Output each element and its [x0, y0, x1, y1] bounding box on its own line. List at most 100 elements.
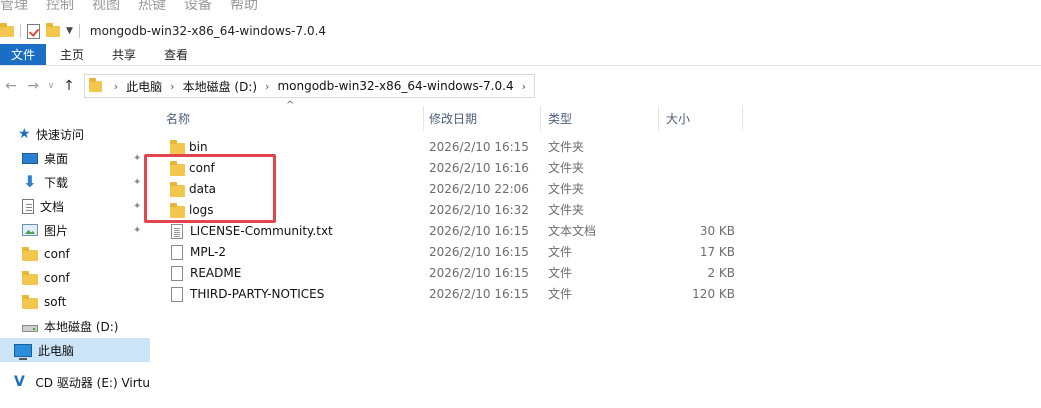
- sidebar-item-label: CD 驱动器 (E:) Virtu: [35, 375, 150, 390]
- file-date: 2026/2/10 16:15: [429, 140, 529, 154]
- menu-help[interactable]: 帮助: [230, 0, 258, 14]
- file-size: [658, 158, 735, 179]
- sidebar-item-label: conf: [44, 247, 70, 261]
- new-folder-icon[interactable]: [46, 22, 60, 37]
- menu-view[interactable]: 视图: [92, 0, 120, 14]
- star-icon: ★: [18, 126, 31, 142]
- column-header-label: 大小: [666, 112, 691, 126]
- column-header-size[interactable]: 大小: [658, 106, 743, 131]
- sidebar-item-soft[interactable]: soft: [0, 290, 150, 314]
- sidebar-item-this-pc[interactable]: 此电脑: [0, 338, 150, 362]
- sidebar-item-pictures[interactable]: 图片 ✦: [0, 218, 150, 242]
- navigation-pane: ★ 快速访问 桌面 ✦ ⬇ 下载 ✦ 文档 ✦ 图片 ✦ conf conf s…: [0, 122, 150, 408]
- sidebar-item-local-disk-d[interactable]: 本地磁盘 (D:): [0, 314, 150, 338]
- tab-home[interactable]: 主页: [46, 44, 98, 65]
- sidebar-item-cd-drive[interactable]: V CD 驱动器 (E:) Virtu: [0, 370, 150, 394]
- file-date: 2026/2/10 16:15: [429, 266, 529, 280]
- column-header-label: 类型: [548, 112, 573, 126]
- file-row-mpl2[interactable]: MPL-2 2026/2/10 16:15 文件 17 KB: [158, 242, 758, 263]
- file-icon: [171, 266, 183, 281]
- sidebar-item-label: 文档: [40, 199, 65, 214]
- file-size: 17 KB: [699, 245, 735, 259]
- menu-hotkey[interactable]: 热键: [138, 0, 166, 14]
- recent-locations-chevron-icon[interactable]: ∨: [44, 81, 58, 91]
- menu-manage[interactable]: 管理: [0, 0, 28, 14]
- sidebar-item-label: soft: [44, 295, 67, 309]
- text-file-icon: [171, 224, 183, 239]
- tab-view[interactable]: 查看: [150, 44, 202, 65]
- download-icon: ⬇: [23, 172, 37, 191]
- sidebar-item-quick-access[interactable]: ★ 快速访问: [0, 122, 150, 146]
- file-row-license[interactable]: LICENSE-Community.txt 2026/2/10 16:15 文本…: [158, 221, 758, 242]
- title-bar: ▼ mongodb-win32-x86_64-windows-7.0.4: [0, 18, 1041, 44]
- column-header-name[interactable]: 名称: [158, 106, 424, 131]
- file-type: 文件: [548, 266, 573, 280]
- menu-device[interactable]: 设备: [184, 0, 212, 14]
- tab-share[interactable]: 共享: [98, 44, 150, 65]
- file-name: THIRD-PARTY-NOTICES: [190, 287, 325, 301]
- breadcrumb-drive-d[interactable]: 本地磁盘 (D:): [183, 78, 257, 95]
- file-date: 2026/2/10 16:15: [429, 245, 529, 259]
- back-arrow-icon[interactable]: ←: [0, 78, 22, 94]
- pin-icon: ✦: [133, 176, 142, 188]
- forward-arrow-icon[interactable]: →: [22, 78, 44, 94]
- breadcrumb-this-pc[interactable]: 此电脑: [126, 78, 162, 95]
- document-icon: [22, 198, 34, 214]
- file-list: ^ 名称 修改日期 类型 大小 bin 2026/2/10 16:15 文件夹 …: [158, 100, 758, 408]
- desktop-icon: [22, 153, 38, 164]
- menu-control[interactable]: 控制: [46, 0, 74, 14]
- properties-icon[interactable]: [27, 23, 40, 39]
- file-row-third-party-notices[interactable]: THIRD-PARTY-NOTICES 2026/2/10 16:15 文件 1…: [158, 284, 758, 305]
- sidebar-item-conf[interactable]: conf: [0, 266, 150, 290]
- chevron-right-icon[interactable]: ›: [522, 80, 526, 93]
- file-type: 文件夹: [548, 203, 585, 217]
- pin-icon: ✦: [133, 200, 142, 212]
- folder-icon: [170, 139, 185, 155]
- cd-drive-icon: V: [14, 374, 25, 390]
- file-date: 2026/2/10 16:15: [429, 224, 529, 238]
- picture-icon: [22, 224, 38, 236]
- file-type: 文本文档: [548, 224, 597, 238]
- file-date: 2026/2/10 16:32: [429, 203, 529, 217]
- quick-access-toolbar: ▼: [0, 18, 80, 44]
- sidebar-item-label: 此电脑: [38, 343, 75, 358]
- folder-icon: [22, 246, 38, 261]
- divider: [20, 24, 21, 38]
- address-row: ← → ∨ ↑ › 此电脑 › 本地磁盘 (D:) › mongodb-win3…: [0, 72, 1041, 100]
- sidebar-item-documents[interactable]: 文档 ✦: [0, 194, 150, 218]
- tab-file[interactable]: 文件: [0, 44, 46, 65]
- sidebar-item-conf[interactable]: conf: [0, 242, 150, 266]
- column-header-label: 修改日期: [429, 112, 478, 126]
- file-icon: [171, 287, 183, 302]
- column-header-date[interactable]: 修改日期: [421, 106, 541, 131]
- file-icon: [171, 245, 183, 260]
- chevron-right-icon[interactable]: ›: [114, 80, 118, 93]
- file-name: README: [190, 266, 242, 280]
- file-size: 120 KB: [692, 287, 735, 301]
- file-row-readme[interactable]: README 2026/2/10 16:15 文件 2 KB: [158, 263, 758, 284]
- sidebar-item-label: 快速访问: [36, 127, 85, 142]
- sidebar-item-downloads[interactable]: ⬇ 下载 ✦: [0, 170, 150, 194]
- breadcrumb-mongodb-folder[interactable]: mongodb-win32-x86_64-windows-7.0.4: [277, 79, 513, 93]
- customize-toolbar-dropdown-icon[interactable]: ▼: [66, 26, 73, 36]
- file-type: 文件夹: [548, 161, 585, 175]
- file-size: [658, 137, 735, 158]
- column-header-type[interactable]: 类型: [540, 106, 659, 131]
- chevron-right-icon[interactable]: ›: [265, 80, 269, 93]
- sidebar-item-label: conf: [44, 271, 70, 285]
- file-type: 文件夹: [548, 182, 585, 196]
- window-title: mongodb-win32-x86_64-windows-7.0.4: [89, 24, 327, 38]
- folder-icon: [22, 270, 38, 285]
- sidebar-item-desktop[interactable]: 桌面 ✦: [0, 146, 150, 170]
- sidebar-item-label: 下载: [44, 175, 69, 190]
- file-type: 文件夹: [548, 140, 585, 154]
- chevron-right-icon[interactable]: ›: [170, 80, 174, 93]
- file-type: 文件: [548, 287, 573, 301]
- file-type: 文件: [548, 245, 573, 259]
- top-menu-bar: 管理 控制 视图 热键 设备 帮助: [0, 0, 1041, 14]
- up-arrow-icon[interactable]: ↑: [58, 78, 80, 94]
- file-size: 30 KB: [699, 224, 735, 238]
- address-bar[interactable]: › 此电脑 › 本地磁盘 (D:) › mongodb-win32-x86_64…: [84, 74, 535, 98]
- divider: [78, 24, 80, 38]
- file-name: MPL-2: [190, 245, 227, 259]
